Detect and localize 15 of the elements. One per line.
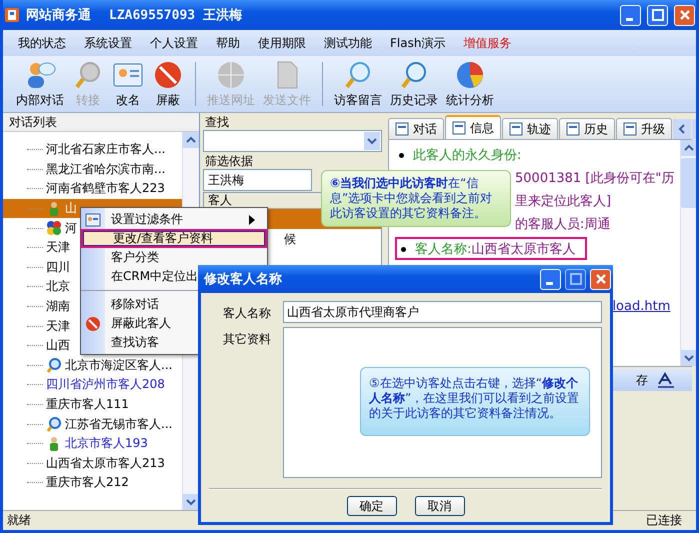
dialog-title: 修改客人名称 bbox=[204, 270, 282, 288]
info-line: 里来定位此客人] bbox=[515, 194, 612, 209]
search-label: 查找 bbox=[204, 115, 230, 130]
account-title: LZA69557093 王洪梅 bbox=[109, 7, 242, 24]
info-line: 此客人的永久身份: bbox=[395, 145, 674, 168]
filter-label: 筛选依据 bbox=[204, 154, 254, 169]
status-text: 就绪 bbox=[7, 512, 31, 529]
panel-header: 对话列表 bbox=[3, 113, 199, 132]
field-label: 其它资料 bbox=[222, 331, 271, 348]
tooltip-callout: ⑤在选中访客处点击右键，选择“修改个人名称”，在这里我们可以看到之前设置的关于此访客的其它资料备注情况。 bbox=[360, 367, 590, 436]
window-title: 网站商务通 bbox=[26, 6, 91, 24]
tooltip-callout: ⑥当我们选中此访客时在“信息”选项卡中您就会看到之前对此访客设置的其它资料备注。 bbox=[321, 170, 511, 227]
connection-status: 已连接 bbox=[646, 512, 682, 529]
info-line: 50001381 [此身份可在"历 bbox=[515, 171, 674, 186]
info-line: 的客服人员:周通 bbox=[515, 217, 610, 232]
